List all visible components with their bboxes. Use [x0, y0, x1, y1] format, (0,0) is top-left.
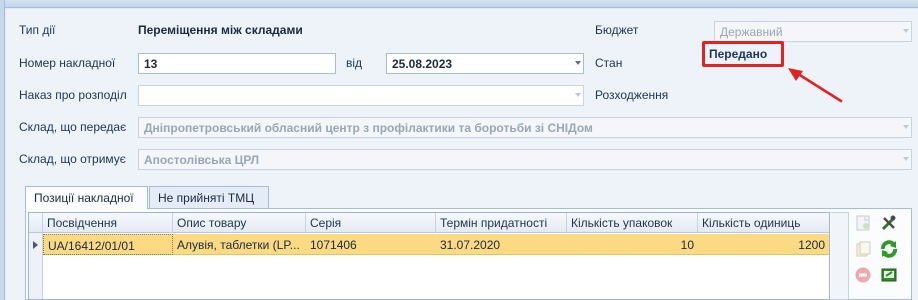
column-header[interactable]: Опис товару — [173, 213, 306, 233]
table-cell[interactable]: Алувія, таблетки (LP... — [173, 234, 306, 255]
grid-header-indicator — [29, 213, 43, 233]
chevron-down-icon — [903, 29, 909, 33]
tools-icon[interactable] — [878, 212, 900, 234]
action-type-value: Переміщення між складами — [138, 23, 303, 37]
invoice-number-input[interactable]: 13 — [138, 53, 336, 74]
column-header[interactable]: Посвідчення — [43, 213, 173, 233]
action-type-label: Тип дії — [19, 23, 56, 37]
discrepancy-label: Розходження — [595, 88, 669, 102]
budget-label: Бюджет — [595, 23, 639, 37]
window-left-frame — [0, 0, 5, 300]
export-icon[interactable] — [878, 264, 900, 286]
table-cell[interactable]: 1200 — [698, 234, 829, 255]
column-header[interactable]: Кількість одиниць — [698, 213, 829, 233]
receiver-value: Апостолівська ЦРЛ — [144, 153, 260, 167]
grid-header: Посвідчення Опис товару Серія Термін при… — [29, 213, 829, 233]
column-header[interactable]: Кількість упаковок — [567, 213, 698, 233]
receiver-select[interactable]: Апостолівська ЦРЛ — [138, 149, 912, 170]
tab-not-accepted-label: Не прийняті ТМЦ — [158, 191, 255, 205]
table-row[interactable]: UA/16412/01/01 Алувія, таблетки (LP... 1… — [43, 234, 829, 255]
chevron-down-icon — [575, 61, 581, 65]
delete-icon[interactable] — [852, 264, 874, 286]
copy-icon[interactable] — [852, 238, 874, 260]
table-cell[interactable]: 10 — [567, 234, 698, 255]
window-top-frame — [0, 0, 918, 8]
date-picker[interactable]: 25.08.2023 — [386, 53, 584, 74]
invoice-number-value: 13 — [144, 57, 158, 71]
date-value: 25.08.2023 — [392, 57, 453, 71]
sender-select[interactable]: Дніпропетровський обласний центр з профі… — [138, 117, 912, 138]
chevron-down-icon — [903, 157, 909, 161]
table-cell[interactable]: 31.07.2020 — [436, 234, 567, 255]
invoice-number-label: Номер накладної — [19, 56, 116, 70]
budget-value: Державний — [720, 25, 783, 39]
new-document-icon[interactable] — [852, 212, 874, 234]
order-select[interactable] — [138, 85, 584, 106]
tab-not-accepted[interactable]: Не прийняті ТМЦ — [149, 186, 269, 208]
date-from-label: від — [346, 56, 363, 70]
sender-value: Дніпропетровський обласний центр з профі… — [144, 121, 593, 135]
tab-invoice-items-label: Позиції накладної — [34, 191, 134, 205]
row-pointer-icon — [33, 241, 38, 249]
chevron-down-icon — [903, 125, 909, 129]
state-label: Стан — [595, 56, 623, 70]
column-header[interactable]: Серія — [306, 213, 436, 233]
items-grid: Посвідчення Опис товару Серія Термін при… — [28, 212, 830, 300]
sender-label: Склад, що передає — [19, 120, 127, 134]
receiver-label: Склад, що отримує — [19, 152, 126, 166]
grid-vertical-scrollbar[interactable] — [831, 212, 849, 300]
order-label: Наказ про розподіл — [19, 88, 127, 102]
arrow-annotation-icon — [788, 68, 843, 103]
state-value: Передано — [709, 47, 768, 61]
refresh-icon[interactable] — [878, 238, 900, 260]
table-cell[interactable]: 1071406 — [306, 234, 436, 255]
budget-select[interactable]: Державний — [714, 21, 912, 42]
column-header[interactable]: Термін придатності — [436, 213, 567, 233]
chevron-down-icon — [575, 93, 581, 97]
table-cell[interactable]: UA/16412/01/01 — [43, 234, 173, 255]
tab-invoice-items[interactable]: Позиції накладної — [25, 186, 148, 209]
